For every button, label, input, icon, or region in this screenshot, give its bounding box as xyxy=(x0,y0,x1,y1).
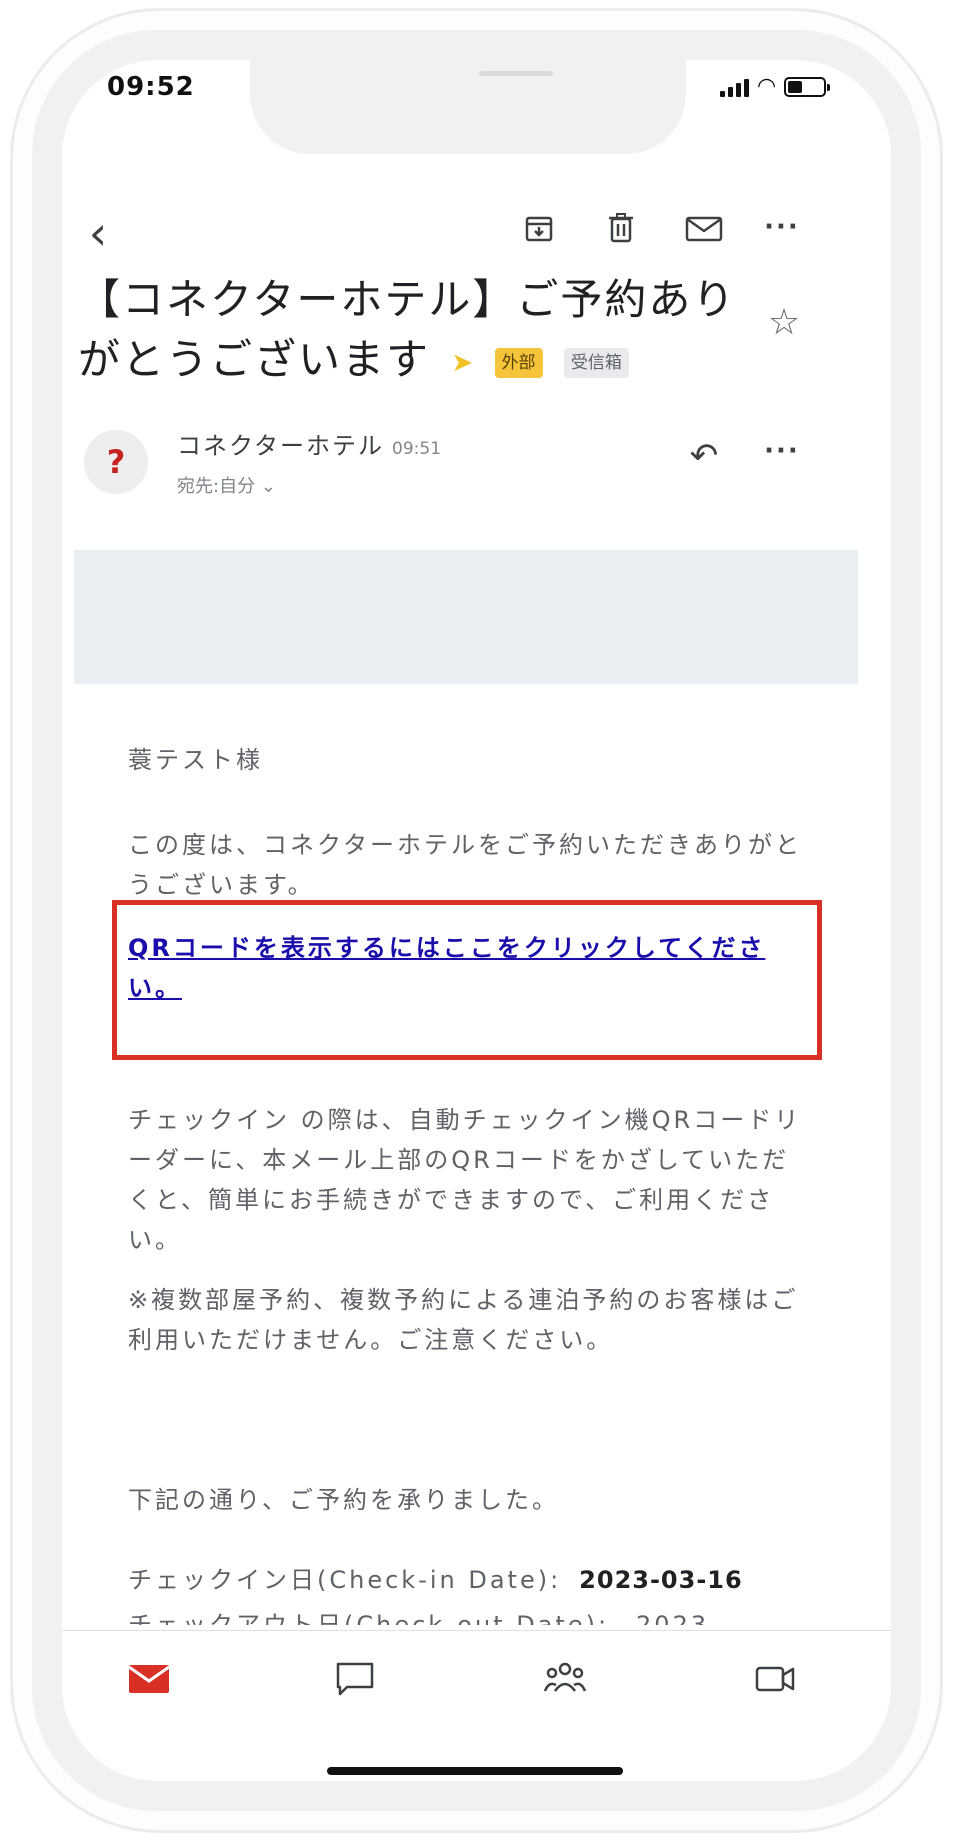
checkin-date-row: チェックイン日(Check-in Date): 2023-03-16 xyxy=(128,1560,808,1600)
sender-name[interactable]: コネクターホテル 09:51 xyxy=(177,426,441,461)
chat-icon[interactable] xyxy=(330,1659,380,1699)
accepted-text: 下記の通り、ご予約を承りました。 xyxy=(128,1486,560,1514)
checkin-instructions: チェックイン の際は、自動チェックイン機QRコードリーダーに、本メール上部のQR… xyxy=(128,1106,802,1254)
recipient-text: 宛先:自分 xyxy=(177,476,256,497)
checkout-date-row: チェックアウト日(Check-out Date): 2023 xyxy=(128,1611,710,1625)
avatar: ? xyxy=(84,430,148,494)
mark-unread-icon[interactable] xyxy=(684,215,724,243)
home-indicator[interactable] xyxy=(327,1767,623,1775)
battery-icon xyxy=(784,77,831,97)
back-icon[interactable]: ‹ xyxy=(78,208,118,258)
status-icons: ◠ xyxy=(720,74,831,100)
message-more-icon[interactable]: ··· xyxy=(762,436,802,466)
label-external[interactable]: 外部 xyxy=(494,347,543,378)
archive-icon[interactable] xyxy=(522,212,556,246)
chevron-down-icon: ⌄ xyxy=(260,476,276,497)
notch-speaker xyxy=(479,71,553,76)
star-icon[interactable]: ☆ xyxy=(762,300,806,344)
wifi-icon: ◠ xyxy=(757,74,777,99)
signal-icon xyxy=(720,77,749,97)
label-inbox[interactable]: 受信箱 xyxy=(563,347,629,378)
notice-text: ※複数部屋予約、複数予約による連泊予約のお客様はご利用いただけません。ご注意くだ… xyxy=(128,1286,799,1354)
qr-image-placeholder xyxy=(74,550,858,684)
intro-text: この度は、コネクターホテルをご予約いただきありがとうございます。 xyxy=(128,831,803,899)
trash-icon[interactable] xyxy=(607,210,635,246)
meet-icon[interactable] xyxy=(750,1659,800,1699)
sender-name-text: コネクターホテル xyxy=(177,432,385,460)
notch xyxy=(250,60,686,154)
greeting: 蓑テスト様 xyxy=(128,746,263,774)
qr-code-link[interactable]: QRコードを表示するにはここをクリックしてください。 xyxy=(128,928,768,1008)
spaces-icon[interactable] xyxy=(540,1659,590,1699)
sender-time: 09:51 xyxy=(392,439,442,459)
bottom-nav xyxy=(62,1630,891,1781)
more-options-icon[interactable]: ··· xyxy=(762,212,802,242)
mail-icon[interactable] xyxy=(124,1659,174,1699)
importance-marker-icon: ➤ xyxy=(451,347,476,378)
recipient-details[interactable]: 宛先:自分 ⌄ xyxy=(177,472,276,498)
checkin-date-label: チェックイン日(Check-in Date): xyxy=(128,1566,562,1594)
checkin-date-value: 2023-03-16 xyxy=(579,1566,743,1594)
reply-icon[interactable]: ↶ xyxy=(682,436,726,476)
subject-text: 【コネクターホテル】ご予約ありがとうございます xyxy=(78,275,737,384)
phone-screen: 09:52 ◠ ‹ ··· 【コネクターホテル】ご予約ありがとうございます ➤ … xyxy=(62,60,891,1781)
status-time: 09:52 xyxy=(107,72,195,102)
email-subject: 【コネクターホテル】ご予約ありがとうございます ➤ 外部 受信箱 xyxy=(78,270,738,393)
